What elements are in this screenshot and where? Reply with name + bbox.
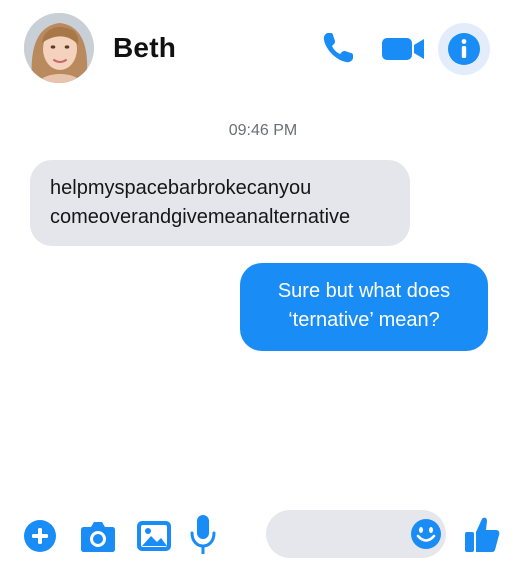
microphone-icon[interactable]: [188, 512, 218, 558]
video-camera-icon[interactable]: [378, 28, 428, 68]
outgoing-message: Sure but what does ‘ternative’ mean?: [240, 263, 488, 351]
incoming-message: helpmyspacebarbrokecanyou comeoverandgiv…: [30, 160, 410, 246]
phone-icon[interactable]: [318, 28, 358, 68]
thumbs-up-icon[interactable]: [462, 514, 502, 556]
camera-icon[interactable]: [78, 518, 118, 554]
avatar[interactable]: [24, 13, 94, 83]
message-timestamp: 09:46 PM: [228, 122, 298, 139]
message-composer: [0, 500, 526, 574]
contact-name: Beth: [113, 32, 177, 63]
emoji-icon[interactable]: [410, 518, 442, 550]
avatar-photo: [24, 13, 94, 83]
info-button[interactable]: [438, 23, 490, 75]
conversation-header: Beth: [0, 0, 526, 100]
plus-icon[interactable]: [22, 518, 58, 554]
info-icon: [448, 33, 480, 65]
image-icon[interactable]: [134, 516, 174, 556]
